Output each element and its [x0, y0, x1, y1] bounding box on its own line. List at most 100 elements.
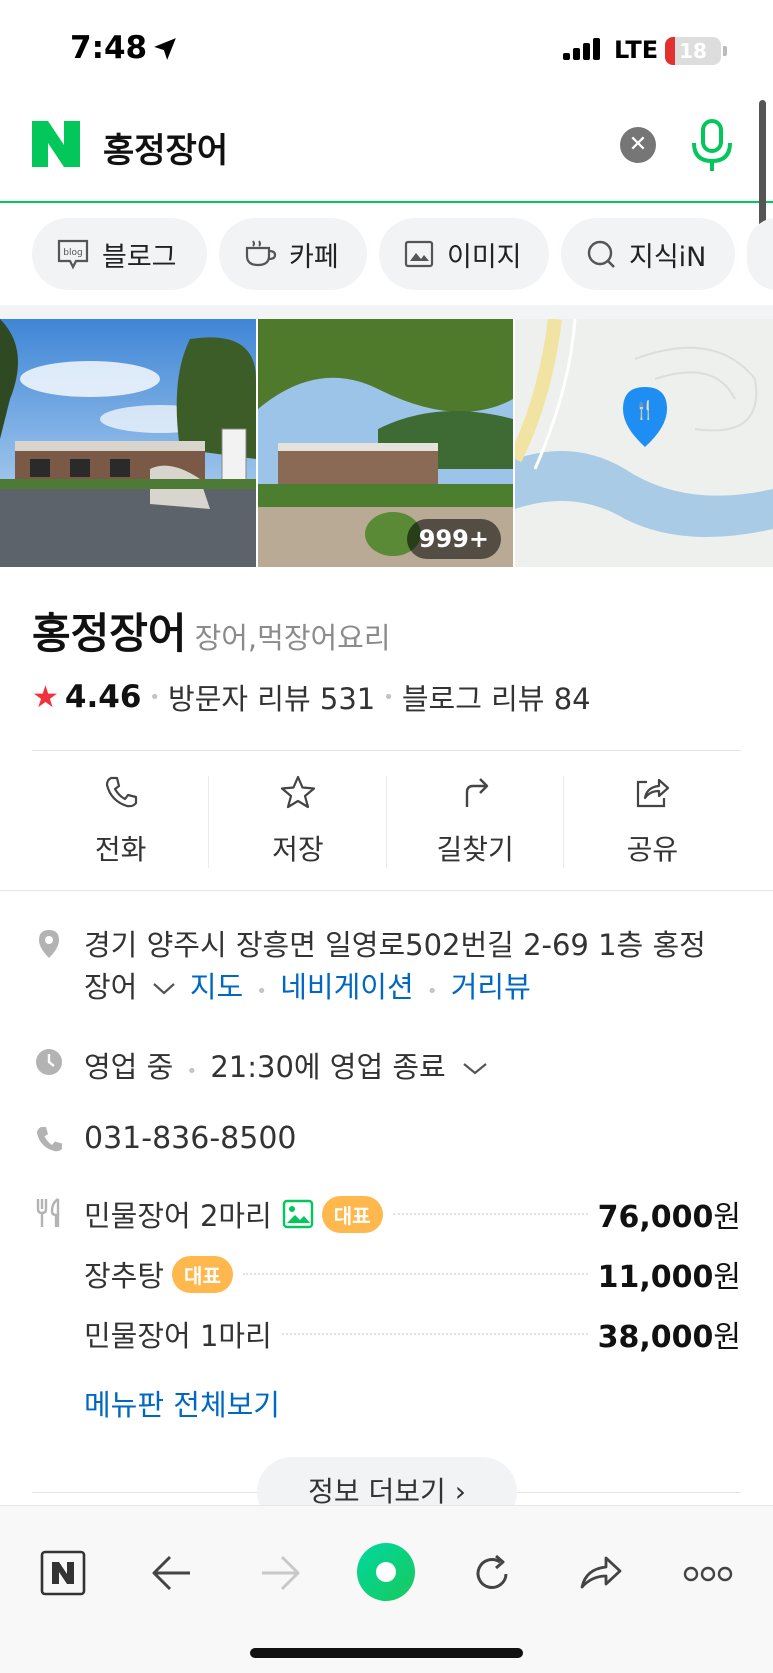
battery-cap — [723, 46, 727, 56]
reload-icon[interactable] — [470, 1552, 514, 1596]
street-view-link[interactable]: 거리뷰 — [451, 970, 531, 1004]
signal-icon — [563, 38, 600, 60]
signature-badge: 대표 — [321, 1195, 383, 1233]
call-button[interactable]: 전화 — [32, 760, 210, 880]
closing-time: 21:30에 영업 종료 — [210, 1050, 446, 1084]
menu-item-name: 민물장어 2마리 — [84, 1199, 272, 1233]
close-icon[interactable]: ✕ — [620, 127, 656, 163]
star-icon — [280, 775, 315, 809]
address-block: 경기 양주시 장흥면 일영로502번길 2-69 1층 홍정 장어 지도 • 네… — [84, 924, 744, 1013]
fork-knife-icon — [36, 1198, 60, 1227]
place-name: 홍정장어 — [32, 609, 187, 658]
directions-icon — [465, 778, 489, 807]
status-bar: 7:48 LTE 18 — [0, 0, 773, 95]
battery-icon: 18 — [665, 37, 721, 65]
divider — [0, 890, 773, 891]
clock-icon — [36, 1049, 62, 1075]
tab-image[interactable]: 이미지 — [379, 218, 549, 290]
tab-more[interactable] — [747, 218, 773, 290]
separator-dot: • — [186, 1061, 198, 1082]
separator-dot: • — [256, 981, 268, 1002]
tab-blog[interactable]: blog 블로그 — [32, 218, 207, 290]
separator-dot: • — [149, 686, 161, 708]
search-bar: 홍정장어 ✕ — [0, 95, 773, 203]
section-divider — [0, 305, 773, 319]
location-map[interactable]: 🍴 — [515, 319, 773, 567]
tab-kin[interactable]: 지식iN — [561, 218, 735, 290]
photo-icon[interactable] — [282, 1199, 314, 1229]
clock: 7:48 — [70, 30, 148, 66]
restaurant-photo-2[interactable]: 999+ — [258, 319, 513, 567]
address-line-1: 경기 양주시 장흥면 일영로502번길 2-69 1층 홍정 — [84, 928, 706, 962]
network-label: LTE — [614, 36, 659, 64]
directions-label: 길찾기 — [436, 833, 514, 866]
svg-text:blog: blog — [63, 248, 82, 258]
search-input[interactable]: 홍정장어 — [103, 123, 228, 172]
tab-blog-label: 블로그 — [102, 241, 177, 273]
forward-arrow-icon — [262, 1555, 300, 1591]
share-arrow-icon[interactable] — [578, 1553, 624, 1593]
tab-cafe-label: 카페 — [289, 241, 339, 273]
green-dot-icon[interactable] — [356, 1542, 416, 1602]
chevron-down-icon[interactable] — [461, 1061, 489, 1077]
menu-item[interactable]: 민물장어 2마리 대표 76,000원 — [84, 1192, 741, 1236]
mic-icon[interactable] — [690, 119, 734, 175]
signature-badge: 대표 — [172, 1255, 233, 1293]
menu-item-price: 11,000원 — [597, 1260, 741, 1295]
share-button[interactable]: 공유 — [564, 760, 741, 880]
naver-home-icon[interactable] — [40, 1550, 86, 1596]
save-button[interactable]: 저장 — [209, 760, 387, 880]
blog-reviews-link[interactable]: 블로그 리뷰 84 — [402, 676, 591, 718]
address-line-2: 장어 — [84, 970, 138, 1004]
image-icon — [404, 240, 434, 268]
menu-item[interactable]: 장추탕 대표 11,000원 — [84, 1252, 741, 1296]
more-options-icon[interactable] — [683, 1564, 733, 1584]
naver-logo[interactable] — [32, 121, 80, 167]
place-category: 장어,먹장어요리 — [194, 621, 391, 655]
place-title-row: 홍정장어 장어,먹장어요리 — [32, 600, 391, 661]
location-arrow-icon — [154, 38, 176, 60]
location-pin-icon — [39, 930, 59, 958]
home-indicator — [250, 1648, 523, 1658]
call-label: 전화 — [94, 833, 147, 866]
cafe-cup-icon — [245, 240, 277, 267]
divider — [32, 750, 741, 751]
rating-row: ★ 4.46 • 방문자 리뷰 531 • 블로그 리뷰 84 — [32, 676, 591, 718]
restaurant-photo-1[interactable] — [0, 319, 256, 567]
menu-item-name: 민물장어 1마리 — [84, 1319, 272, 1353]
phone-number[interactable]: 031-836-8500 — [84, 1121, 297, 1156]
business-status: 영업 중 — [84, 1050, 174, 1084]
back-arrow-icon[interactable] — [150, 1553, 194, 1593]
search-tabs: blog 블로그 카페 이미지 지식iN — [0, 205, 773, 305]
battery-percent: 18 — [679, 39, 707, 63]
share-label: 공유 — [626, 833, 679, 866]
menu-item-price: 76,000원 — [597, 1200, 741, 1235]
svg-text:🍴: 🍴 — [634, 399, 656, 421]
rating-score: 4.46 — [64, 679, 142, 715]
directions-button[interactable]: 길찾기 — [387, 760, 564, 880]
kin-icon — [587, 240, 615, 268]
separator-dot: • — [426, 981, 438, 1002]
action-bar: 전화 저장 길찾기 공유 — [32, 760, 741, 880]
share-icon — [637, 778, 670, 808]
rating-star-icon: ★ — [32, 679, 59, 715]
phone-icon — [105, 776, 137, 808]
hours-row[interactable]: 영업 중 • 21:30에 영업 종료 — [84, 1044, 489, 1086]
chevron-down-icon[interactable] — [151, 981, 177, 997]
blog-icon: blog — [57, 239, 89, 270]
photo-strip: 999+ 🍴 — [0, 319, 773, 567]
tab-cafe[interactable]: 카페 — [219, 218, 367, 290]
phone-icon — [37, 1127, 62, 1152]
view-full-menu-link[interactable]: 메뉴판 전체보기 — [84, 1382, 280, 1424]
save-label: 저장 — [272, 833, 324, 866]
menu-item[interactable]: 민물장어 1마리 38,000원 — [84, 1312, 741, 1356]
photo-count-badge: 999+ — [406, 519, 501, 559]
map-link[interactable]: 지도 — [190, 970, 243, 1004]
visitor-reviews-link[interactable]: 방문자 리뷰 531 — [168, 676, 375, 718]
tab-kin-label: 지식iN — [629, 241, 707, 273]
menu-item-name: 장추탕 — [84, 1259, 165, 1293]
navigation-link[interactable]: 네비게이션 — [280, 970, 413, 1004]
tab-image-label: 이미지 — [447, 241, 522, 273]
separator-dot: • — [383, 686, 394, 708]
menu-item-price: 38,000원 — [597, 1320, 741, 1355]
